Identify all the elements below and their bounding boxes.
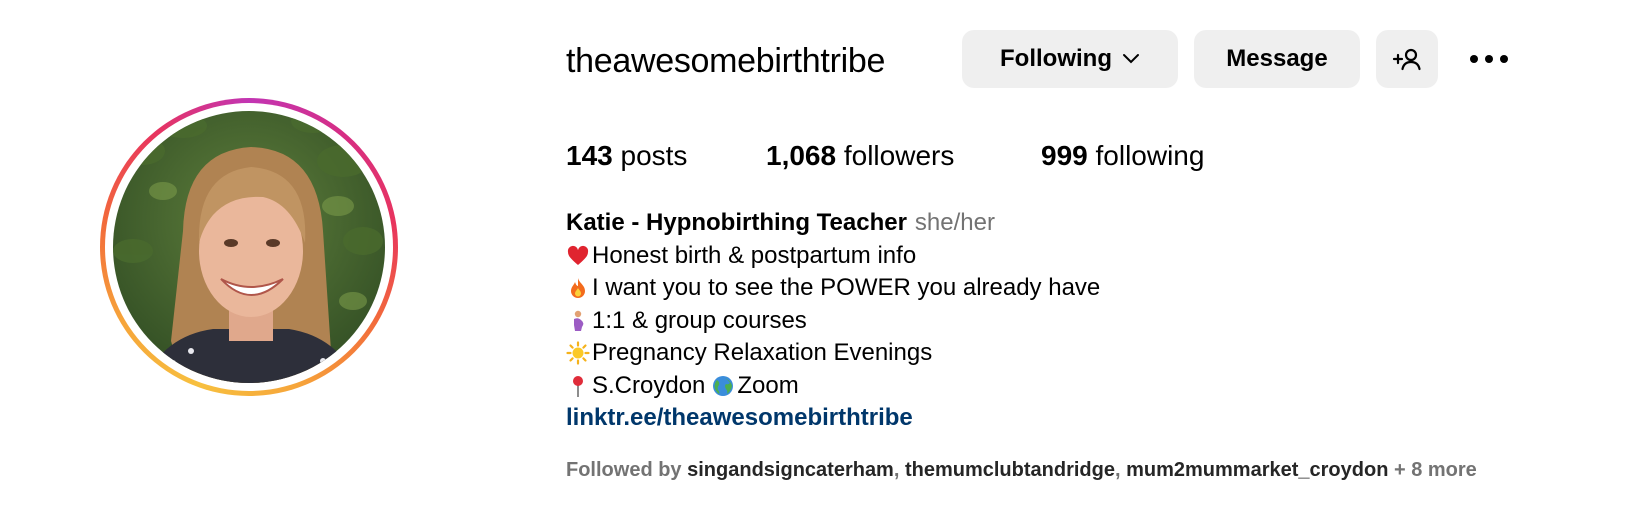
followed-by-separator: , [893, 459, 905, 481]
bio-name: Katie - Hypnobirthing Teacher [566, 209, 907, 236]
bio-link[interactable]: linktr.ee/theawesomebirthtribe [566, 402, 913, 435]
more-options-button[interactable] [1462, 40, 1516, 78]
followed-by-account: singandsigncaterham [687, 459, 894, 481]
suggested-accounts-button[interactable] [1376, 30, 1438, 88]
pin-icon [573, 375, 583, 397]
bio-line-text: 1:1 & group courses [592, 306, 807, 334]
followers-stat[interactable]: 1,068 followers [766, 136, 954, 176]
bio-pronouns: she/her [914, 209, 995, 236]
bio-name-line: Katie - Hypnobirthing Teacher she/her [566, 207, 1100, 240]
followers-label: followers [843, 140, 955, 171]
bio-line-text: Pregnancy Relaxation Evenings [592, 339, 933, 366]
bio-line: S.Croydon Zoom [566, 370, 1100, 403]
bio-line: I want you to see the POWER you already … [566, 272, 1100, 305]
followed-by-account: mum2mummarket_croydon [1126, 459, 1389, 481]
followed-by[interactable]: Followed by singandsigncaterham, themumc… [566, 455, 1477, 485]
profile-username: theawesomebirthtribe [566, 42, 886, 80]
bio-line-text: Honest birth & postpartum info [592, 241, 917, 269]
bio-line: 1:1 & group courses [566, 305, 1100, 338]
bio-line: Pregnancy Relaxation Evenings [566, 337, 1100, 370]
avatar-gap [105, 103, 393, 391]
profile-avatar[interactable] [113, 111, 385, 383]
posts-stat: 143 posts [566, 136, 687, 176]
profile-bio: Katie - Hypnobirthing Teacher she/her Ho… [566, 207, 1100, 435]
message-button-label: Message [1226, 45, 1328, 72]
heart-icon [567, 245, 589, 265]
bio-line: Honest birth & postpartum info [566, 240, 1100, 273]
followed-by-prefix: Followed by [566, 459, 688, 481]
story-ring[interactable] [100, 98, 398, 396]
add-user-icon [1392, 48, 1421, 71]
pregnant-woman-icon [574, 310, 584, 331]
chevron-down-icon [1122, 54, 1139, 64]
globe-icon [713, 375, 734, 396]
message-button[interactable]: Message [1194, 30, 1360, 88]
posts-count: 143 [566, 140, 613, 171]
more-options-icon [1470, 55, 1508, 63]
followed-by-account: themumclubtandridge [904, 459, 1115, 481]
bio-line-text: S.Croydon [592, 371, 706, 399]
bio-line-text: Zoom [737, 371, 799, 399]
following-button-label: Following [1000, 45, 1112, 72]
following-count: 999 [1041, 140, 1088, 171]
bio-line-text: I want you to see the POWER you already … [592, 274, 1101, 301]
followed-by-separator: , [1114, 459, 1127, 481]
bio-link-line: linktr.ee/theawesomebirthtribe [566, 402, 1100, 435]
sun-icon [566, 341, 590, 365]
fire-icon [571, 278, 585, 299]
following-button[interactable]: Following [962, 30, 1178, 88]
followers-count: 1,068 [766, 140, 837, 171]
following-label: following [1095, 140, 1205, 171]
following-stat[interactable]: 999 following [1041, 136, 1204, 176]
followed-by-more: + 8 more [1388, 459, 1477, 481]
posts-label: posts [620, 140, 688, 171]
